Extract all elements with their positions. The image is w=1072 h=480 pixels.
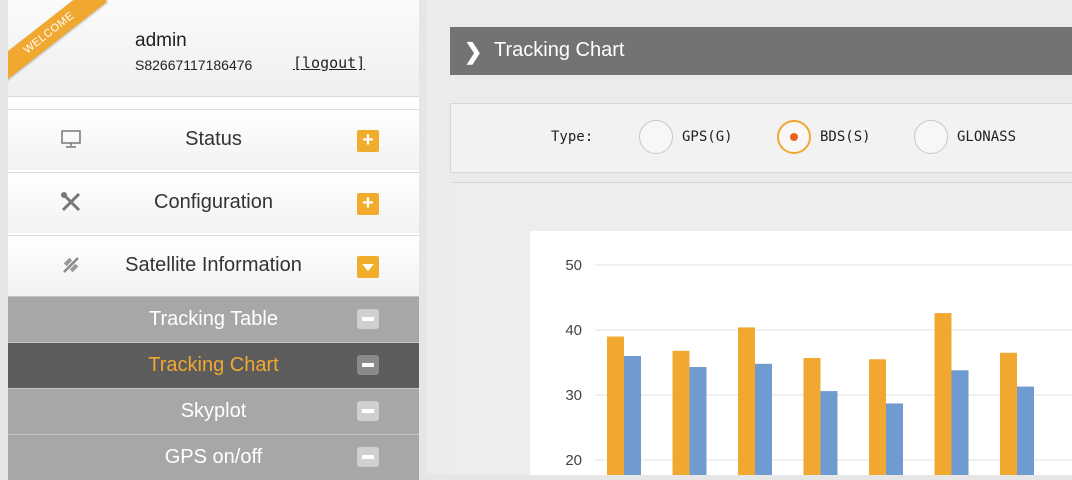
username: admin bbox=[135, 30, 187, 51]
serial-number: S82667117186476 bbox=[135, 57, 253, 73]
page-title-bar: ❯ Tracking Chart bbox=[450, 27, 1072, 75]
y-tick-label: 30 bbox=[565, 387, 582, 404]
welcome-ribbon: WELCOME bbox=[8, 0, 107, 82]
submenu-item-label: Tracking Table bbox=[149, 308, 278, 330]
chart-bar bbox=[886, 403, 903, 475]
monitor-icon bbox=[60, 128, 82, 150]
chart-bar bbox=[869, 359, 886, 475]
tracking-chart: 50 40 30 20 bbox=[530, 231, 1072, 475]
chart-bar bbox=[820, 391, 838, 475]
chart-bar bbox=[624, 356, 641, 475]
type-selector-panel: Type: GPS(G) BDS(S) GLONASS bbox=[450, 103, 1072, 173]
chevron-right-icon: ❯ bbox=[464, 39, 483, 64]
submenu-item-label: Skyplot bbox=[180, 400, 247, 422]
radio-button[interactable] bbox=[914, 120, 948, 154]
type-label: Type: bbox=[551, 129, 594, 145]
chart-bar bbox=[689, 367, 707, 475]
chart-bar bbox=[803, 357, 821, 475]
main-content: ❯ Tracking Chart Type: GPS(G) BDS(S) GLO… bbox=[427, 0, 1072, 475]
minus-icon bbox=[357, 309, 379, 329]
chart-bar bbox=[738, 327, 755, 475]
collapse-arrow-icon[interactable] bbox=[357, 256, 379, 278]
chart-bar bbox=[1000, 352, 1017, 475]
submenu-item-tracking-table[interactable]: Tracking Table bbox=[8, 296, 419, 342]
y-tick-label: 20 bbox=[565, 452, 582, 469]
menu-item-label: Status bbox=[185, 128, 242, 150]
minus-icon bbox=[357, 447, 379, 467]
radio-button[interactable] bbox=[639, 120, 673, 154]
user-panel: WELCOME admin S82667117186476 [logout] bbox=[8, 0, 419, 97]
satellite-icon bbox=[60, 254, 82, 276]
expand-plus-icon[interactable]: + bbox=[357, 193, 379, 215]
chart-bar bbox=[607, 336, 624, 475]
radio-label: GPS(G) bbox=[682, 129, 733, 145]
tools-icon bbox=[60, 191, 82, 213]
minus-icon bbox=[357, 355, 379, 375]
chart-panel: 50 40 30 20 bbox=[450, 182, 1072, 475]
submenu-item-gps-on-off[interactable]: GPS on/off bbox=[8, 434, 419, 480]
radio-label: GLONASS bbox=[957, 129, 1017, 145]
submenu-item-label: GPS on/off bbox=[164, 446, 263, 468]
chart-bar bbox=[951, 370, 969, 475]
menu-item-status[interactable]: Status + bbox=[8, 109, 419, 170]
chart-bar bbox=[934, 313, 952, 475]
menu-item-satellite-information[interactable]: Satellite Information bbox=[8, 235, 419, 296]
submenu-item-skyplot[interactable]: Skyplot bbox=[8, 388, 419, 434]
submenu-item-label: Tracking Chart bbox=[148, 354, 279, 376]
radio-button-selected[interactable] bbox=[777, 120, 811, 154]
menu-item-label: Configuration bbox=[154, 191, 273, 213]
radio-label: BDS(S) bbox=[820, 129, 871, 145]
menu-item-configuration[interactable]: Configuration + bbox=[8, 172, 419, 233]
chart-bar bbox=[1017, 386, 1034, 475]
chart-bar bbox=[755, 363, 772, 475]
y-tick-label: 40 bbox=[565, 322, 582, 339]
sidebar: WELCOME admin S82667117186476 [logout] S… bbox=[8, 0, 419, 480]
menu-item-label: Satellite Information bbox=[125, 254, 302, 276]
page-title: Tracking Chart bbox=[494, 39, 625, 61]
y-tick-label: 50 bbox=[565, 257, 582, 274]
chart-bar bbox=[672, 350, 690, 475]
expand-plus-icon[interactable]: + bbox=[357, 130, 379, 152]
submenu-item-tracking-chart[interactable]: Tracking Chart bbox=[8, 342, 419, 388]
logout-link[interactable]: [logout] bbox=[293, 54, 365, 72]
minus-icon bbox=[357, 401, 379, 421]
